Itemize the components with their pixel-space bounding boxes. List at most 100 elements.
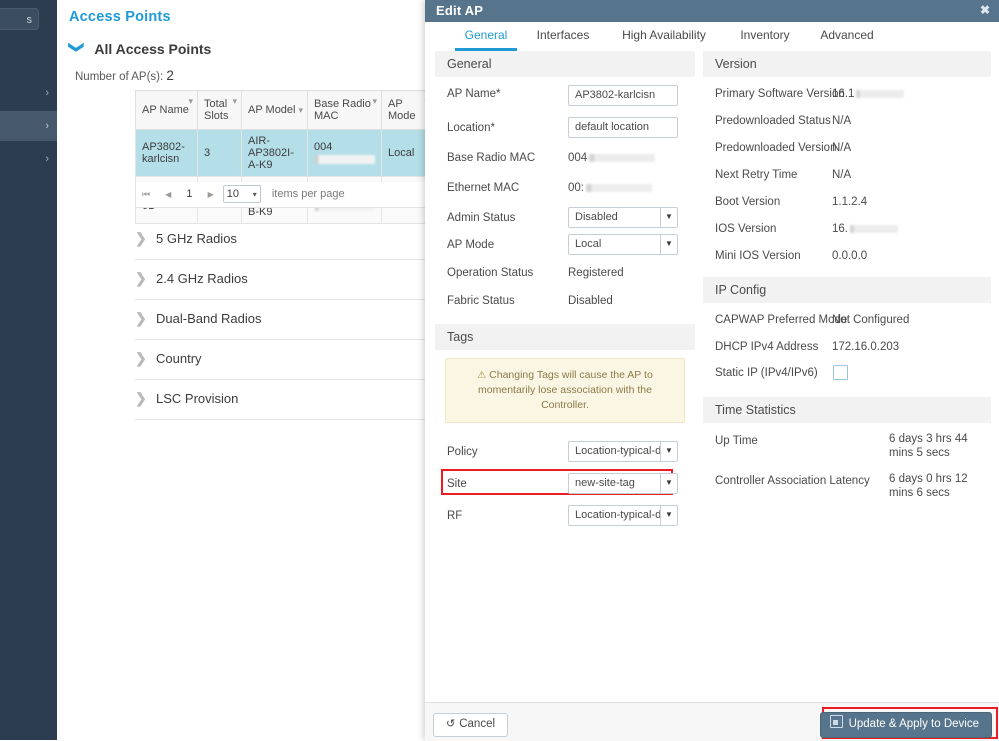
tab-inventory[interactable]: Inventory [727, 22, 803, 51]
nav-item-0[interactable]: › [0, 78, 57, 108]
nav-item-1[interactable]: n› [0, 111, 57, 141]
accordion-lsc-provision[interactable]: ❯ LSC Provision [135, 379, 427, 420]
field-label: Primary Software Version [715, 88, 845, 100]
tab-high-availability[interactable]: High Availability [607, 22, 721, 51]
accordion-dual-band-radios[interactable]: ❯ Dual-Band Radios [135, 299, 427, 340]
mac-prefix: 004 [314, 141, 333, 153]
page-size-select[interactable]: 10 ▾ [222, 185, 261, 204]
chevron-right-icon: ❯ [135, 390, 147, 406]
cancel-button[interactable]: ↺ Cancel [433, 713, 509, 737]
chevron-right-icon: ❯ [135, 270, 147, 286]
accordion-country[interactable]: ❯ Country [135, 339, 427, 380]
tab-general[interactable]: General [455, 22, 517, 51]
policy-tag-select[interactable]: Location-typical-den ▼ [568, 441, 678, 462]
modal-footer: ↺ Cancel Update & Apply to Device [425, 702, 999, 741]
field-label: Ethernet MAC [447, 182, 520, 194]
accordion-5ghz-radios[interactable]: ❯ 5 GHz Radios [135, 219, 427, 260]
ios-version-value: 16. [832, 223, 898, 235]
ap-mode-select[interactable]: Local ▼ [568, 234, 678, 255]
tab-advanced[interactable]: Advanced [807, 22, 887, 51]
cell-base-radio-mac: 004 [307, 129, 382, 177]
nav-item-3[interactable]: ting [0, 177, 57, 207]
site-tag-value: new-site-tag [575, 477, 635, 489]
field-label: Location* [447, 122, 495, 134]
all-access-points-accordion-header[interactable]: ❯ All Access Points [68, 40, 427, 58]
field-mini-ios-version: Mini IOS Version 0.0.0.0 [703, 245, 991, 273]
redacted-version-icon [856, 89, 905, 98]
admin-status-select[interactable]: Disabled ▼ [568, 207, 678, 228]
col-base-radio-mac[interactable]: Base Radio MAC ▾ [307, 90, 382, 130]
chevron-down-icon[interactable]: ▾ [298, 105, 303, 116]
col-label: AP Name [142, 104, 189, 116]
ap-count-value: 2 [166, 68, 174, 83]
nav-item-2[interactable]: on› [0, 144, 57, 174]
field-fabric-status: Fabric Status Disabled [435, 290, 695, 318]
chevron-down-icon: ▼ [660, 474, 677, 493]
ethernet-mac-value: 00: [568, 182, 652, 194]
rf-tag-value: Location-typical-den [575, 509, 674, 521]
chevron-right-icon: › [45, 87, 49, 99]
redacted-mac-icon [586, 183, 652, 192]
table-row[interactable]: AP3802-karlcisn 3 AIR-AP3802I-A-K9 004 L… [135, 129, 427, 177]
accordion-24ghz-radios[interactable]: ❯ 2.4 GHz Radios [135, 259, 427, 300]
accordion-label: Dual-Band Radios [156, 311, 262, 326]
chevron-down-icon[interactable]: ▾ [372, 96, 377, 107]
tab-interfaces[interactable]: Interfaces [523, 22, 603, 51]
fabric-status-value: Disabled [568, 295, 613, 307]
location-input[interactable]: default location [568, 117, 678, 138]
field-ios-version: IOS Version 16. [703, 218, 991, 245]
cell-total-slots: 3 [197, 129, 242, 177]
field-label: Predownloaded Status [715, 115, 831, 127]
col-total-slots[interactable]: Total Slots ▾ [197, 90, 242, 130]
field-policy-tag: Policy Location-typical-den ▼ [435, 441, 695, 471]
field-label: Controller Association Latency [715, 475, 870, 487]
field-label: Mini IOS Version [715, 250, 801, 262]
update-and-apply-button[interactable]: Update & Apply to Device [819, 712, 992, 738]
close-icon[interactable]: ✖ [980, 3, 990, 17]
col-ap-name[interactable]: AP Name ▾ [135, 90, 198, 130]
chevron-right-icon: › [45, 120, 49, 132]
items-per-page-label: items per page [271, 188, 345, 201]
next-page-button[interactable]: ▶ [202, 183, 220, 207]
predownloaded-version-value: N/A [832, 142, 852, 154]
chevron-down-icon: ❯ [68, 41, 85, 54]
field-next-retry-time: Next Retry Time N/A [703, 164, 991, 191]
field-label: Admin Status [447, 212, 516, 224]
chevron-down-icon[interactable]: ▾ [232, 96, 237, 107]
field-label: Static IP (IPv4/IPv6) [715, 367, 818, 379]
col-label: Base Radio MAC [314, 98, 371, 122]
admin-status-value: Disabled [575, 211, 618, 223]
edit-ap-modal: Edit AP ✖ General Interfaces High Availa… [425, 0, 999, 741]
ap-name-input[interactable]: AP3802-karlcisn [568, 85, 678, 106]
col-ap-mode[interactable]: AP Mode▾ [381, 90, 427, 130]
modal-header: Edit AP ✖ [425, 0, 999, 22]
operation-status-value: Registered [568, 267, 624, 279]
ap-mode-value: Local [575, 238, 602, 250]
field-label: Fabric Status [447, 295, 515, 307]
nav-search-input[interactable]: s [0, 8, 39, 30]
prev-page-button[interactable]: ◀ [159, 183, 177, 207]
current-page-number[interactable]: 1 [180, 182, 198, 206]
cell-ap-mode: Local [381, 129, 427, 177]
warning-icon: ⚠ [477, 370, 487, 381]
field-label: Next Retry Time [715, 169, 798, 181]
col-ap-model[interactable]: AP Model ▾ [241, 90, 308, 130]
static-ip-checkbox[interactable] [833, 365, 848, 380]
version-prefix: 16.1 [832, 88, 855, 100]
field-ap-name: AP Name* AP3802-karlcisn [435, 83, 695, 117]
rf-tag-select[interactable]: Location-typical-den ▼ [568, 505, 678, 526]
all-access-points-label: All Access Points [94, 41, 212, 57]
field-up-time: Up Time 6 days 3 hrs 44 mins 5 secs [703, 429, 991, 469]
chevron-right-icon: ❯ [135, 350, 147, 366]
field-base-radio-mac: Base Radio MAC 004 [435, 147, 695, 177]
site-tag-select[interactable]: new-site-tag ▼ [568, 473, 678, 494]
chevron-down-icon[interactable]: ▾ [188, 96, 193, 107]
field-static-ip: Static IP (IPv4/IPv6) [703, 363, 991, 393]
version-prefix: 16. [832, 223, 848, 235]
first-page-button[interactable]: ⏮ [136, 182, 156, 206]
field-admin-status: Admin Status Disabled ▼ [435, 207, 695, 234]
accordion-label: 2.4 GHz Radios [156, 271, 248, 286]
undo-icon: ↺ [446, 718, 456, 730]
field-label: Policy [447, 446, 478, 458]
field-location: Location* default location [435, 117, 695, 147]
